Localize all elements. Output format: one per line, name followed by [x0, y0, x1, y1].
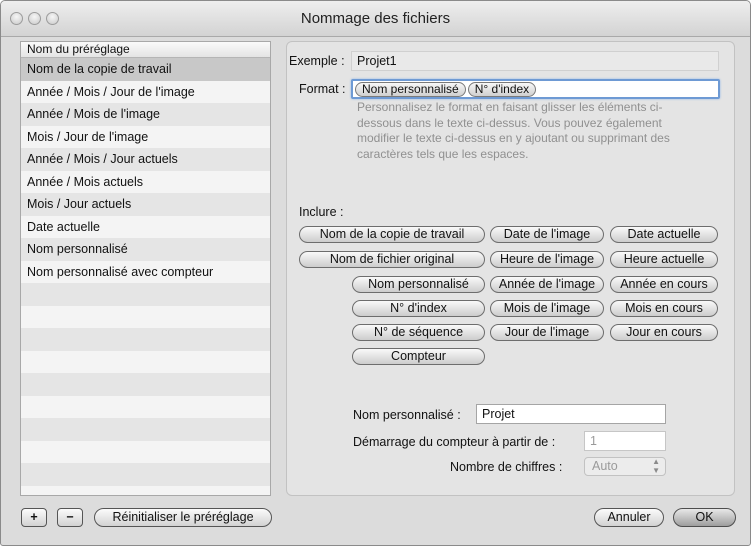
empty-row: [21, 283, 270, 306]
cancel-button[interactable]: Annuler: [594, 508, 664, 527]
preset-list-header: Nom du préréglage: [21, 42, 270, 58]
include-chip[interactable]: Nom personnalisé: [352, 276, 485, 293]
empty-row: [21, 350, 270, 373]
include-label: Inclure :: [299, 205, 344, 219]
include-chip[interactable]: N° de séquence: [352, 324, 485, 341]
counter-start-label: Démarrage du compteur à partir de :: [353, 435, 556, 449]
custom-name-label: Nom personnalisé :: [353, 408, 461, 422]
remove-preset-button[interactable]: −: [57, 508, 83, 527]
preset-rows: Nom de la copie de travail Année / Mois …: [21, 58, 270, 495]
window-title: Nommage des fichiers: [300, 10, 451, 27]
include-chip[interactable]: Compteur: [352, 348, 485, 365]
title-bar: Nommage des fichiers: [1, 1, 750, 37]
preset-item[interactable]: Année / Mois de l'image: [21, 103, 270, 126]
format-label: Format :: [299, 82, 346, 96]
format-token[interactable]: Nom personnalisé: [355, 81, 466, 97]
include-chip[interactable]: Date de l'image: [490, 226, 604, 243]
empty-row: [21, 373, 270, 396]
empty-row: [21, 328, 270, 351]
preset-item[interactable]: Mois / Jour actuels: [21, 193, 270, 216]
include-chip[interactable]: Nom de fichier original: [299, 251, 485, 268]
format-field[interactable]: Nom personnalisé N° d'index: [351, 79, 720, 99]
ok-button[interactable]: OK: [673, 508, 736, 527]
example-field: Projet1: [351, 51, 719, 71]
include-chip[interactable]: Année de l'image: [490, 276, 604, 293]
select-arrows-icon: ▲ ▼: [652, 457, 660, 475]
preset-item[interactable]: Nom personnalisé: [21, 238, 270, 261]
preset-item[interactable]: Année / Mois / Jour de l'image: [21, 80, 270, 103]
digits-label: Nombre de chiffres :: [450, 460, 563, 474]
add-preset-button[interactable]: +: [21, 508, 47, 527]
empty-row: [21, 463, 270, 486]
include-chip[interactable]: Date actuelle: [610, 226, 718, 243]
file-naming-window: Nommage des fichiers Nom du préréglage N…: [0, 0, 751, 546]
include-chip[interactable]: Jour de l'image: [490, 324, 604, 341]
preset-item[interactable]: Date actuelle: [21, 215, 270, 238]
include-chip[interactable]: Année en cours: [610, 276, 718, 293]
preset-list: Nom du préréglage Nom de la copie de tra…: [20, 41, 271, 496]
include-chip[interactable]: Mois de l'image: [490, 300, 604, 317]
digits-select[interactable]: Auto ▲ ▼: [584, 457, 666, 476]
preset-item[interactable]: Nom de la copie de travail: [21, 58, 270, 81]
preset-item[interactable]: Mois / Jour de l'image: [21, 125, 270, 148]
include-chip[interactable]: Jour en cours: [610, 324, 718, 341]
empty-row: [21, 305, 270, 328]
digits-value: Auto: [592, 459, 618, 473]
preset-item[interactable]: Année / Mois actuels: [21, 170, 270, 193]
include-chip[interactable]: Heure actuelle: [610, 251, 718, 268]
preset-item[interactable]: Année / Mois / Jour actuels: [21, 148, 270, 171]
preset-item[interactable]: Nom personnalisé avec compteur: [21, 260, 270, 283]
empty-row: [21, 485, 270, 495]
reset-preset-button[interactable]: Réinitialiser le préréglage: [94, 508, 272, 527]
include-chip[interactable]: Mois en cours: [610, 300, 718, 317]
include-chip[interactable]: N° d'index: [352, 300, 485, 317]
custom-name-field[interactable]: Projet: [476, 404, 666, 424]
format-help-text: Personnalisez le format en faisant gliss…: [357, 100, 670, 161]
include-chip[interactable]: Nom de la copie de travail: [299, 226, 485, 243]
format-token[interactable]: N° d'index: [467, 81, 537, 97]
empty-row: [21, 395, 270, 418]
empty-row: [21, 440, 270, 463]
counter-start-field[interactable]: 1: [584, 431, 666, 451]
include-chip[interactable]: Heure de l'image: [490, 251, 604, 268]
empty-row: [21, 418, 270, 441]
example-label: Exemple :: [289, 54, 345, 68]
